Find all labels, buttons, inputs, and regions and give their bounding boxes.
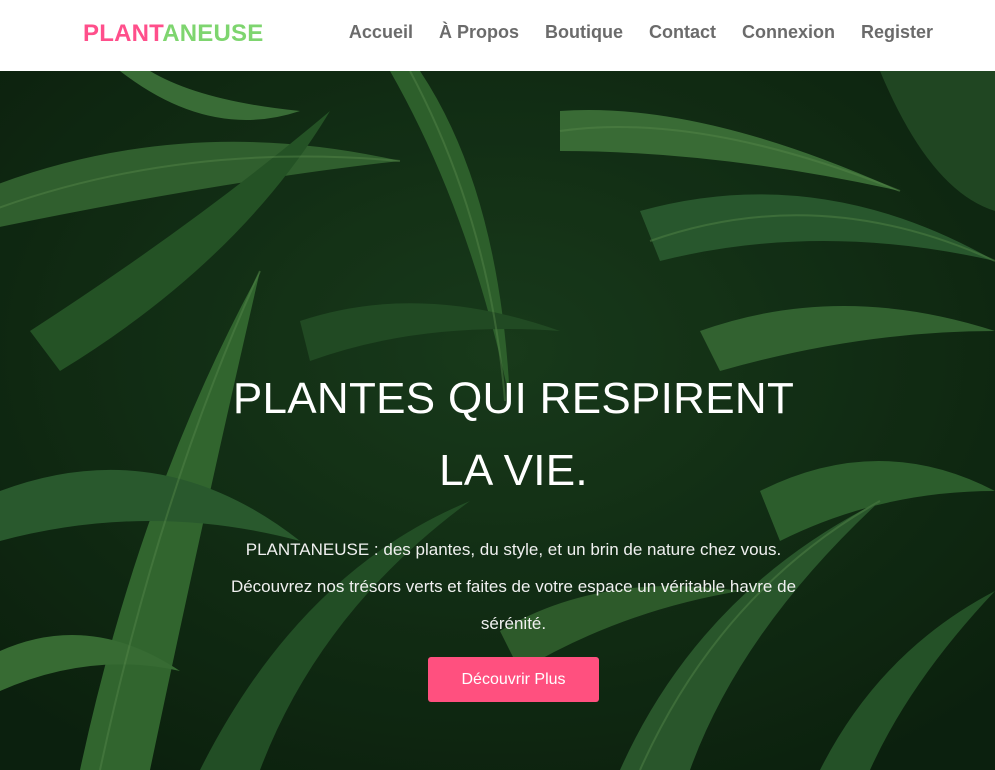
hero-desc-line3: sérénité. <box>480 614 547 633</box>
hero-title-line2: LA VIE. <box>439 446 588 495</box>
discover-more-button[interactable]: Découvrir Plus <box>428 657 599 702</box>
hero-section: PLANTES QUI RESPIRENT LA VIE. PLANTANEUS… <box>0 71 995 770</box>
hero-title: PLANTES QUI RESPIRENT LA VIE. <box>0 363 995 507</box>
brand-part-plant: PLANT <box>83 20 163 47</box>
nav-link-boutique[interactable]: Boutique <box>545 22 623 43</box>
hero-description: PLANTANEUSE : des plantes, du style, et … <box>175 531 852 642</box>
brand-logo[interactable]: PLANTANEUSE <box>83 20 263 48</box>
nav-link-contact[interactable]: Contact <box>649 22 716 43</box>
hero-title-line1: PLANTES QUI RESPIRENT <box>232 374 795 423</box>
top-navbar: PLANTANEUSE Accueil À Propos Boutique Co… <box>0 0 995 71</box>
hero-desc-line2: Découvrez nos trésors verts et faites de… <box>230 577 797 596</box>
nav-link-register[interactable]: Register <box>861 22 933 43</box>
nav-link-accueil[interactable]: Accueil <box>349 22 413 43</box>
brand-part-aneuse: ANEUSE <box>162 20 264 47</box>
nav-menu: Accueil À Propos Boutique Contact Connex… <box>323 22 933 43</box>
hero-desc-line1: PLANTANEUSE : des plantes, du style, et … <box>245 540 782 559</box>
nav-link-connexion[interactable]: Connexion <box>742 22 835 43</box>
nav-link-a-propos[interactable]: À Propos <box>439 22 519 43</box>
